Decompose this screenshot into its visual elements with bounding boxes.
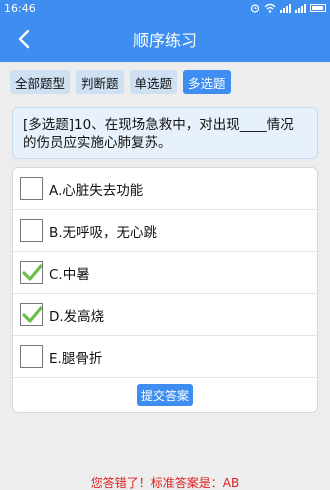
status-bar: 16:46 <box>0 0 330 16</box>
checkbox[interactable] <box>20 177 43 200</box>
alarm-icon <box>250 4 260 13</box>
checkbox[interactable] <box>20 219 43 242</box>
app-bar: 顺序练习 <box>0 16 330 62</box>
submit-answer-button[interactable]: 提交答案 <box>137 384 193 406</box>
option-c[interactable]: C.中暑 <box>13 252 317 294</box>
option-label: B.无呼吸，无心跳 <box>49 224 158 241</box>
checkmark-icon <box>21 305 42 323</box>
option-a[interactable]: A.心脏失去功能 <box>13 168 317 210</box>
option-label: D.发高烧 <box>49 308 105 325</box>
tab-single-choice[interactable]: 单选题 <box>129 70 178 94</box>
battery-icon <box>310 4 326 12</box>
wifi-icon <box>264 3 276 13</box>
checkbox[interactable] <box>20 345 43 368</box>
status-icons <box>250 3 326 13</box>
option-label: C.中暑 <box>49 266 90 283</box>
page-title: 顺序练习 <box>132 31 197 50</box>
options-card: A.心脏失去功能 B.无呼吸，无心跳 C.中暑 D.发高烧 E.腿骨折 提交答案 <box>12 167 318 413</box>
signal-icon-2 <box>295 3 306 13</box>
tab-multiple-choice[interactable]: 多选题 <box>183 70 231 94</box>
checkbox-checked[interactable] <box>20 261 43 284</box>
checkbox-checked[interactable] <box>20 303 43 326</box>
status-time: 16:46 <box>4 1 36 15</box>
result-message: 您答错了！标准答案是：AB <box>90 476 240 490</box>
checkmark-icon <box>21 263 42 281</box>
chevron-left-icon[interactable] <box>14 28 36 50</box>
question-type-tabs: 全部题型 判断题 单选题 多选题 <box>10 70 231 94</box>
option-e[interactable]: E.腿骨折 <box>13 336 317 378</box>
tab-all[interactable]: 全部题型 <box>10 70 71 94</box>
option-d[interactable]: D.发高烧 <box>13 294 317 336</box>
option-label: A.心脏失去功能 <box>49 182 144 199</box>
option-label: E.腿骨折 <box>49 350 103 367</box>
option-b[interactable]: B.无呼吸，无心跳 <box>13 210 317 252</box>
question-box: [多选题]10、在现场急救中，对出现____情况的伤员应实施心肺复苏。 <box>12 107 318 159</box>
signal-icon <box>280 3 291 13</box>
tab-true-false[interactable]: 判断题 <box>76 70 124 94</box>
